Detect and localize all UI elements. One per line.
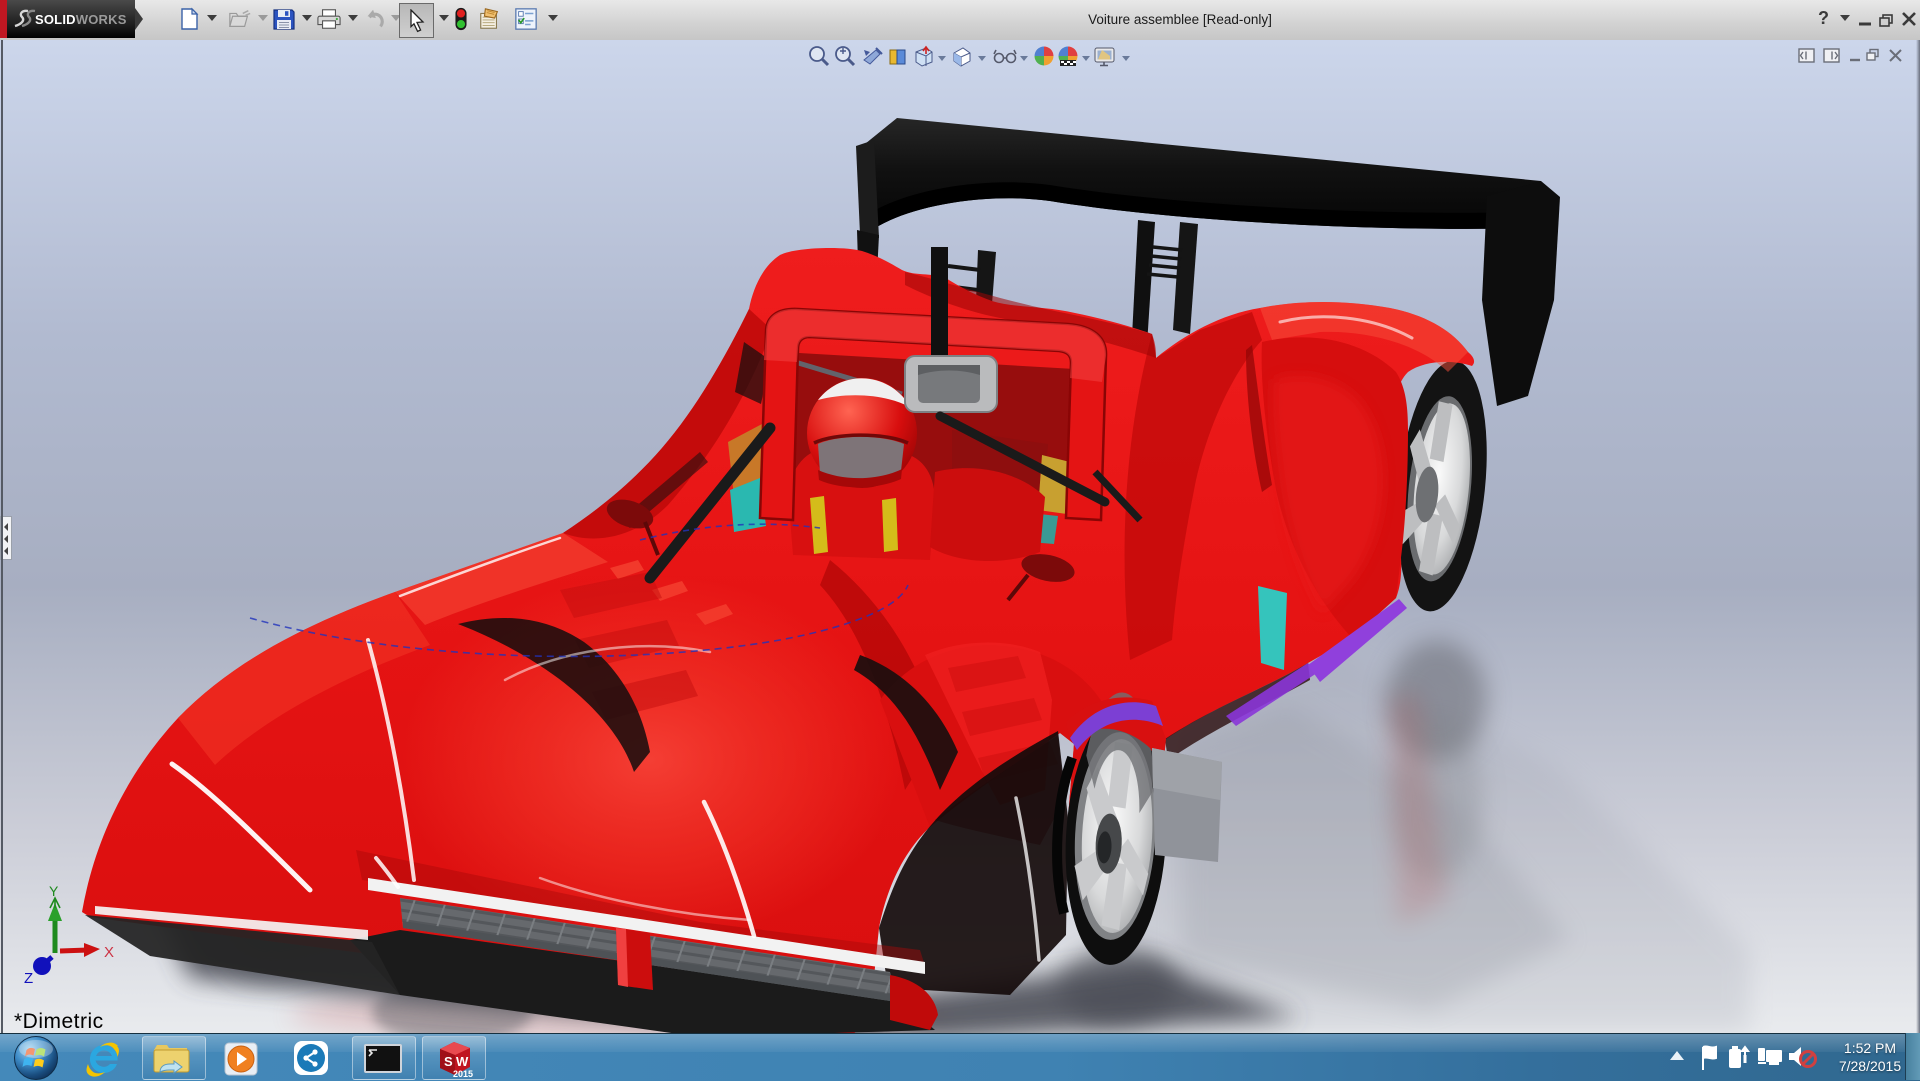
svg-text:Y: Y bbox=[49, 883, 59, 899]
svg-text:Z: Z bbox=[24, 970, 33, 987]
svg-text:2015: 2015 bbox=[453, 1069, 473, 1079]
svg-text:X: X bbox=[104, 944, 114, 961]
svg-text:W: W bbox=[456, 1054, 469, 1069]
svg-text:S: S bbox=[444, 1054, 453, 1069]
